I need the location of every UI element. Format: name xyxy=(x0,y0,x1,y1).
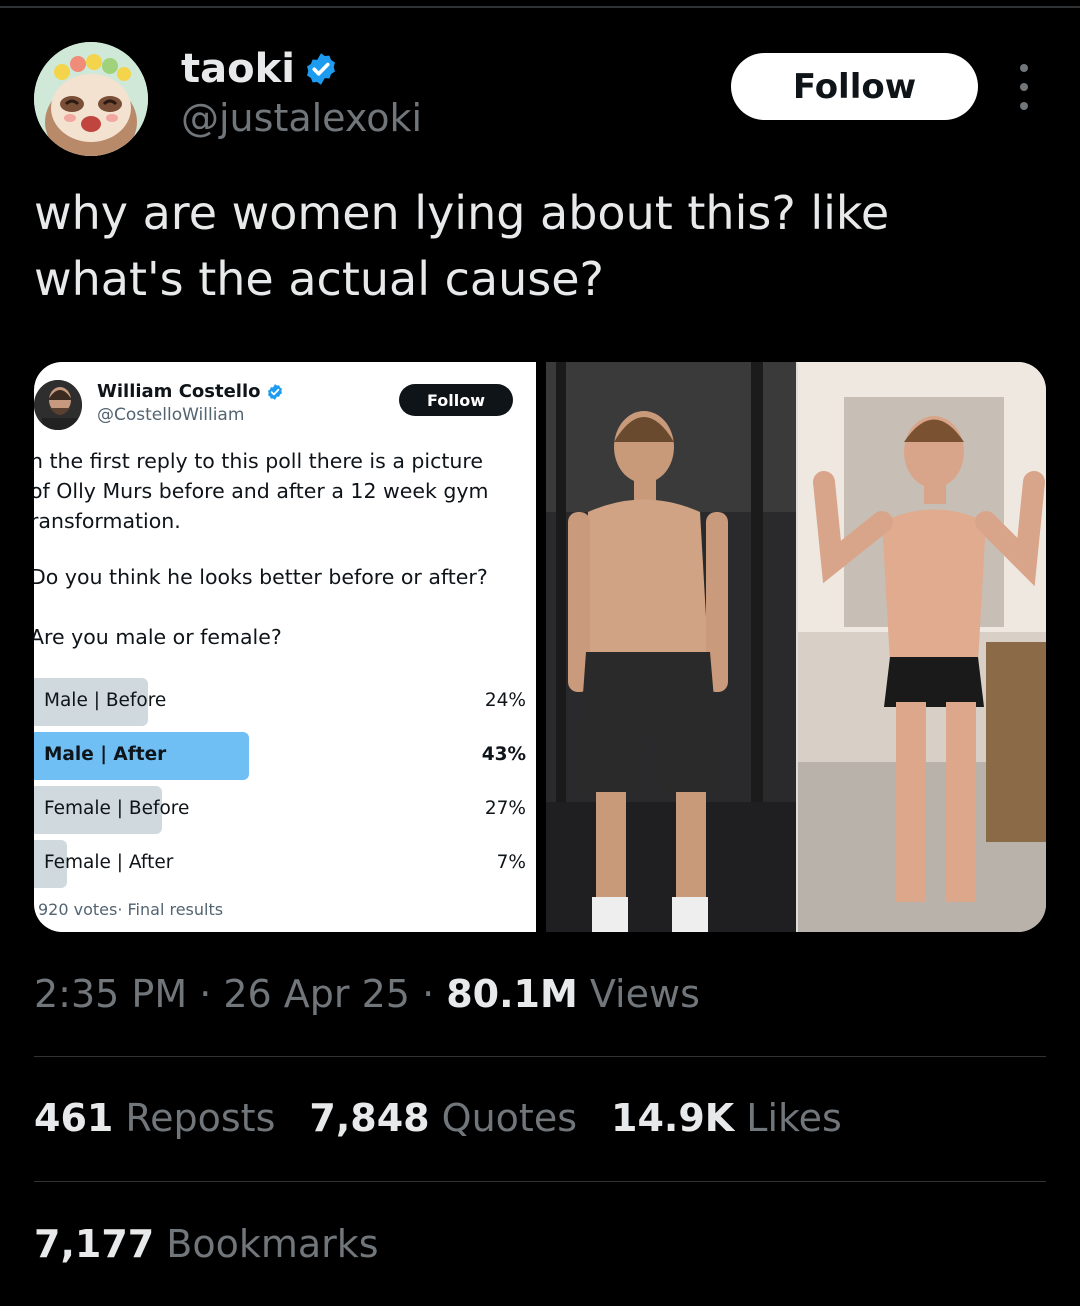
poll-author-avatar xyxy=(34,380,82,430)
poll-option-percent: 7% xyxy=(496,852,526,873)
poll-option-percent: 43% xyxy=(481,744,526,765)
poll-option-label: Female | After xyxy=(44,852,174,873)
stats-divider-bottom xyxy=(34,1181,1046,1182)
poll-vote-count: 920 votes· Final results xyxy=(38,900,224,919)
quotes-label: Quotes xyxy=(441,1096,577,1140)
poll-follow-button: Follow xyxy=(399,384,513,416)
author-handle[interactable]: @justalexoki xyxy=(181,96,422,140)
views-label: Views xyxy=(577,972,700,1016)
poll-option-label: Male | Before xyxy=(44,690,167,711)
poll-body-text: n the first reply to this poll there is … xyxy=(34,449,489,533)
bookmarks-stat[interactable]: 7,177 Bookmarks xyxy=(34,1222,379,1266)
likes-count: 14.9K xyxy=(611,1096,735,1140)
likes-label: Likes xyxy=(746,1096,842,1140)
follow-button[interactable]: Follow xyxy=(731,53,978,120)
before-after-photos[interactable] xyxy=(546,362,1046,932)
poll-author-name-text: William Costello xyxy=(97,381,261,402)
more-options-icon[interactable] xyxy=(1004,64,1044,110)
stats-divider-top xyxy=(34,1056,1046,1057)
meta-separator: · xyxy=(409,972,447,1016)
tweet-text: why are women lying about this? like wha… xyxy=(34,186,890,306)
poll-question-2: Are you male or female? xyxy=(34,625,282,649)
poll-option: Male | Before 24% xyxy=(34,678,536,726)
poll-verified-badge-icon xyxy=(267,383,282,400)
author-display-name[interactable]: taoki xyxy=(181,46,339,92)
tweet-page: taoki @justalexoki Follow why are women … xyxy=(0,0,1080,1306)
bookmarks-label: Bookmarks xyxy=(166,1222,379,1266)
bookmarks-count: 7,177 xyxy=(34,1222,155,1266)
tweet-media[interactable]: William Costello @CostelloWilliam Follow… xyxy=(34,362,1046,932)
poll-author-name: William Costello xyxy=(97,381,284,402)
top-divider xyxy=(0,6,1080,8)
author-avatar[interactable] xyxy=(34,42,148,156)
reposts-label: Reposts xyxy=(125,1096,276,1140)
poll-option-winner: Male | After 43% xyxy=(34,732,536,780)
likes-stat[interactable]: 14.9K Likes xyxy=(611,1096,842,1140)
engagement-stats: 461 Reposts 7,848 Quotes 14.9K Likes xyxy=(34,1096,842,1140)
quoted-poll-screenshot[interactable]: William Costello @CostelloWilliam Follow… xyxy=(34,362,536,932)
poll-option: Female | After 7% xyxy=(34,840,536,888)
poll-option-percent: 27% xyxy=(484,798,526,819)
quotes-count: 7,848 xyxy=(309,1096,430,1140)
sloth-avatar-icon xyxy=(34,42,148,156)
views-count: 80.1M xyxy=(446,972,578,1016)
poll-question-1: Do you think he looks better before or a… xyxy=(34,565,488,589)
tweet-date[interactable]: 26 Apr 25 xyxy=(223,972,410,1016)
reposts-stat[interactable]: 461 Reposts xyxy=(34,1096,275,1140)
reposts-count: 461 xyxy=(34,1096,114,1140)
tweet-time[interactable]: 2:35 PM xyxy=(34,972,187,1016)
poll-author-handle: @CostelloWilliam xyxy=(97,405,245,425)
poll-option-label: Male | After xyxy=(44,744,167,765)
quotes-stat[interactable]: 7,848 Quotes xyxy=(309,1096,577,1140)
author-name-text: taoki xyxy=(181,46,295,92)
verified-badge-icon xyxy=(306,53,335,85)
poll-option-label: Female | Before xyxy=(44,798,190,819)
meta-separator: · xyxy=(187,972,224,1016)
poll-option: Female | Before 27% xyxy=(34,786,536,834)
tweet-meta: 2:35 PM · 26 Apr 25 · 80.1M Views xyxy=(34,972,700,1016)
poll-option-percent: 24% xyxy=(484,690,526,711)
